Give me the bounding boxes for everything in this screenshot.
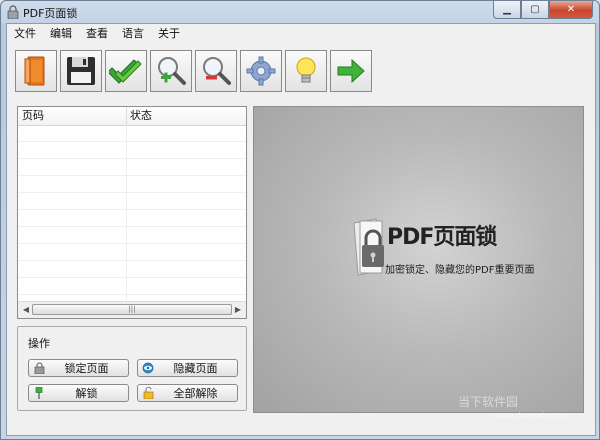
column-header-status[interactable]: 状态 [126, 107, 152, 125]
toolbar [15, 50, 372, 94]
preview-pane: PDF页面锁 加密锁定、隐藏您的PDF重要页面 当下软件园 www.downxi… [253, 106, 584, 420]
apply-button[interactable] [105, 50, 147, 92]
minimize-icon: ▁ [503, 4, 511, 15]
open-button[interactable] [15, 50, 57, 92]
lock-page-button[interactable]: 锁定页面 [28, 359, 129, 377]
list-row [18, 125, 246, 142]
app-lock-icon [7, 5, 19, 19]
menu-view[interactable]: 查看 [79, 24, 115, 44]
tips-button[interactable] [285, 50, 327, 92]
lock-page-label: 锁定页面 [64, 362, 109, 375]
floppy-disk-icon [67, 57, 95, 85]
list-row [18, 176, 246, 193]
scroll-right-icon[interactable]: ▶ [233, 305, 243, 315]
list-row [18, 278, 246, 295]
unlock-all-label: 全部解除 [173, 387, 218, 400]
watermark-url: www.downxia.com [494, 411, 569, 420]
scroll-thumb[interactable]: ||| [32, 304, 232, 315]
zoom-out-icon [203, 57, 231, 85]
unlock-pin-icon [33, 387, 45, 399]
unlock-all-icon [142, 387, 154, 399]
list-row [18, 193, 246, 210]
unlock-label: 解锁 [75, 387, 98, 400]
list-row [18, 244, 246, 261]
scroll-left-icon[interactable]: ◀ [21, 305, 31, 315]
menu-bar: 文件 编辑 查看 语言 关于 [7, 24, 595, 44]
maximize-icon: ▢ [530, 4, 540, 15]
list-row [18, 210, 246, 227]
list-row [18, 227, 246, 244]
lock-icon [33, 362, 45, 374]
unlock-all-button[interactable]: 全部解除 [137, 384, 238, 402]
close-icon: ✕ [566, 4, 576, 15]
zoom-out-button[interactable] [195, 50, 237, 92]
gear-icon [246, 56, 276, 86]
column-header-page[interactable]: 页码 [18, 107, 127, 125]
unlock-button[interactable]: 解锁 [28, 384, 129, 402]
page-list[interactable]: 页码 状态 ◀ ||| ▶ [17, 106, 247, 319]
menu-about[interactable]: 关于 [151, 24, 187, 44]
menu-file[interactable]: 文件 [7, 24, 43, 44]
window-title: PDF页面锁 [23, 7, 78, 20]
list-row [18, 159, 246, 176]
next-button[interactable] [330, 50, 372, 92]
title-bar[interactable]: PDF页面锁 ▁ ▢ ✕ [1, 1, 599, 23]
open-book-icon [24, 56, 45, 86]
app-window: PDF页面锁 ▁ ▢ ✕ 文件 编辑 查看 语言 关于 页码 状态 ◀ ||| … [0, 0, 600, 440]
menu-edit[interactable]: 编辑 [43, 24, 79, 44]
client-area: 文件 编辑 查看 语言 关于 页码 状态 ◀ ||| ▶ 操作 锁定页面 隐藏页… [6, 23, 596, 436]
list-body [18, 125, 246, 312]
save-button[interactable] [60, 50, 102, 92]
zoom-in-icon [158, 57, 186, 85]
brand-slogan: 加密锁定、隐藏您的PDF重要页面 [385, 265, 535, 276]
minimize-button[interactable]: ▁ [493, 1, 521, 19]
horizontal-scrollbar[interactable]: ◀ ||| ▶ [18, 301, 246, 318]
list-row [18, 261, 246, 278]
settings-button[interactable] [240, 50, 282, 92]
hide-eye-icon [142, 362, 154, 374]
brand-title: PDF页面锁 [387, 225, 497, 250]
arrow-right-icon [337, 58, 365, 84]
double-check-icon [109, 59, 142, 84]
maximize-button[interactable]: ▢ [521, 1, 549, 19]
lightbulb-icon [296, 57, 316, 83]
close-button[interactable]: ✕ [549, 1, 593, 19]
operations-title: 操作 [28, 337, 50, 350]
list-header: 页码 状态 [18, 107, 246, 126]
list-row [18, 142, 246, 159]
operations-group: 操作 锁定页面 隐藏页面 解锁 全部解除 [17, 326, 247, 411]
hide-page-label: 隐藏页面 [173, 362, 218, 375]
zoom-in-button[interactable] [150, 50, 192, 92]
hide-page-button[interactable]: 隐藏页面 [137, 359, 238, 377]
menu-language[interactable]: 语言 [115, 24, 151, 44]
watermark-text: 当下软件园 [458, 395, 519, 409]
